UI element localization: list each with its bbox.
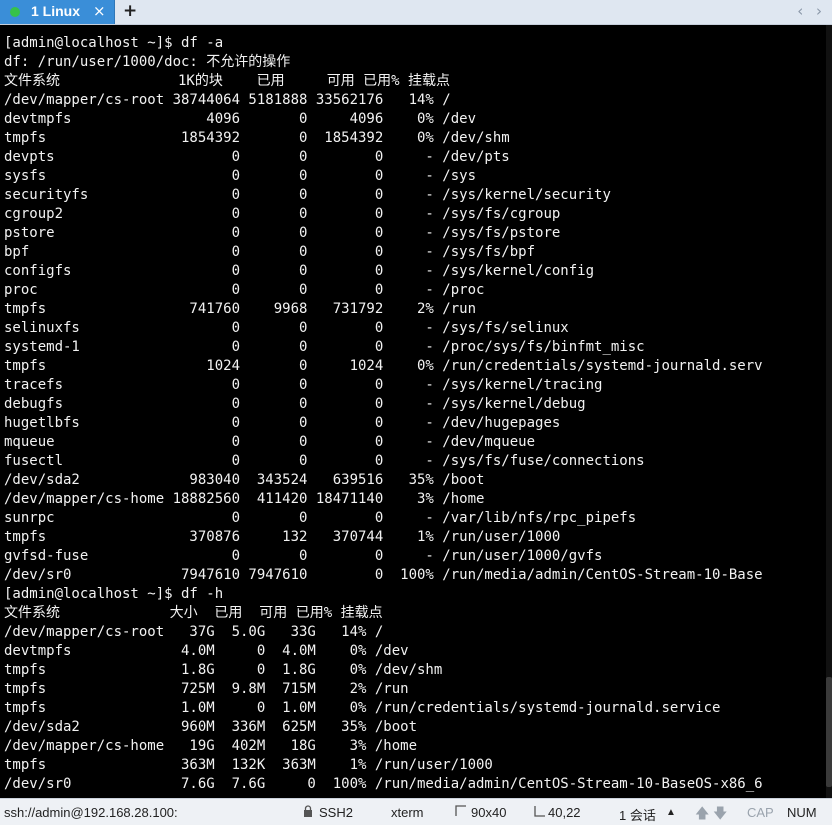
cursor-position-icon	[534, 805, 546, 820]
tab-bar: 1 Linux × + ‹ ›	[0, 0, 832, 25]
terminal-line: tmpfs 363M 132K 363M 1% /run/user/1000	[4, 757, 493, 773]
up-arrow-icon[interactable]: 🡅	[695, 803, 709, 827]
terminal-line: devtmpfs 4096 0 4096 0% /dev	[4, 111, 477, 127]
terminal-screen[interactable]: [admin@localhost ~]$ df -a df: /run/user/…	[0, 25, 832, 798]
terminal-line: sysfs 0 0 0 - /sys	[4, 168, 477, 184]
terminal-line: bpf 0 0 0 - /sys/fs/bpf	[4, 244, 536, 260]
terminal-line: selinuxfs 0 0 0 - /sys/fs/selinux	[4, 320, 569, 336]
terminal-line: /dev/sr0 7.6G 7.6G 0 100% /run/media/adm…	[4, 776, 763, 792]
terminal-line: tmpfs 1854392 0 1854392 0% /dev/shm	[4, 130, 510, 146]
tab-next-icon[interactable]: ›	[816, 2, 826, 20]
terminal-line: configfs 0 0 0 - /sys/kernel/config	[4, 263, 595, 279]
terminal-line: tracefs 0 0 0 - /sys/kernel/tracing	[4, 377, 603, 393]
terminal-line: tmpfs 1.8G 0 1.8G 0% /dev/shm	[4, 662, 443, 678]
status-bar: ssh://admin@192.168.28.100: SSH2 xterm 9…	[0, 798, 832, 825]
terminal-line: sunrpc 0 0 0 - /var/lib/nfs/rpc_pipefs	[4, 510, 637, 526]
terminal-line: devpts 0 0 0 - /dev/pts	[4, 149, 510, 165]
terminal-line: /dev/sda2 960M 336M 625M 35% /boot	[4, 719, 418, 735]
terminal-line: securityfs 0 0 0 - /sys/kernel/security	[4, 187, 611, 203]
resize-icon	[455, 805, 467, 820]
terminal-line: fusectl 0 0 0 - /sys/fs/fuse/connections	[4, 453, 645, 469]
terminal-line: /dev/mapper/cs-home 18882560 411420 1847…	[4, 491, 485, 507]
new-tab-button[interactable]: +	[123, 1, 137, 21]
terminal-line: gvfsd-fuse 0 0 0 - /run/user/1000/gvfs	[4, 548, 603, 564]
lock-icon	[303, 805, 313, 820]
terminal-line: tmpfs 1024 0 1024 0% /run/credentials/sy…	[4, 358, 763, 374]
terminal-line: /dev/mapper/cs-home 19G 402M 18G 3% /hom…	[4, 738, 418, 754]
session-count[interactable]: 1 会话	[619, 805, 656, 824]
terminal-type-label: xterm	[391, 805, 424, 820]
terminal-line: tmpfs 725M 9.8M 715M 2% /run	[4, 681, 409, 697]
session-dropdown-icon[interactable]: ▲	[666, 807, 676, 818]
terminal-line: 文件系统 1K的块 已用 可用 已用% 挂载点	[4, 73, 451, 89]
num-lock-indicator: NUM	[787, 805, 817, 820]
tab-title: 1 Linux	[31, 3, 81, 19]
terminal-line: hugetlbfs 0 0 0 - /dev/hugepages	[4, 415, 561, 431]
terminal-line: tmpfs 370876 132 370744 1% /run/user/100…	[4, 529, 561, 545]
terminal-line: systemd-1 0 0 0 - /proc/sys/fs/binfmt_mi…	[4, 339, 645, 355]
terminal-line: /dev/mapper/cs-root 37G 5.0G 33G 14% /	[4, 624, 384, 640]
terminal-line: 文件系统 大小 已用 可用 已用% 挂载点	[4, 605, 383, 621]
terminal-line: debugfs 0 0 0 - /sys/kernel/debug	[4, 396, 586, 412]
down-arrow-icon[interactable]: 🡇	[713, 803, 727, 827]
protocol-label: SSH2	[319, 805, 353, 820]
terminal-line: pstore 0 0 0 - /sys/fs/pstore	[4, 225, 561, 241]
caps-lock-indicator: CAP	[747, 805, 774, 820]
terminal-line: devtmpfs 4.0M 0 4.0M 0% /dev	[4, 643, 409, 659]
terminal-line: [admin@localhost ~]$ df -h	[4, 586, 224, 602]
terminal-line: tmpfs 741760 9968 731792 2% /run	[4, 301, 477, 317]
terminal-line: df: /run/user/1000/doc: 不允许的操作	[4, 54, 291, 70]
connected-status-icon	[10, 7, 20, 17]
terminal-scrollbar[interactable]	[826, 25, 832, 798]
terminal-line: mqueue 0 0 0 - /dev/mqueue	[4, 434, 536, 450]
terminal-line: cgroup2 0 0 0 - /sys/fs/cgroup	[4, 206, 561, 222]
terminal-line: tmpfs 1.0M 0 1.0M 0% /run/credentials/sy…	[4, 700, 721, 716]
terminal-line: /dev/sr0 7947610 7947610 0 100% /run/med…	[4, 567, 763, 583]
terminal-output: [admin@localhost ~]$ df -a df: /run/user/…	[4, 34, 763, 794]
terminal-size-label: 90x40	[471, 805, 507, 820]
scrollbar-thumb[interactable]	[826, 677, 832, 787]
cursor-position-label: 40,22	[548, 805, 581, 820]
terminal-line: /dev/mapper/cs-root 38744064 5181888 335…	[4, 92, 451, 108]
tab-prev-icon[interactable]: ‹	[797, 2, 807, 20]
tab-linux[interactable]: 1 Linux ×	[0, 0, 115, 24]
connection-address: ssh://admin@192.168.28.100:	[4, 805, 178, 820]
tab-navigation: ‹ ›	[797, 2, 826, 20]
terminal-line: [admin@localhost ~]$ df -a	[4, 35, 224, 51]
tab-close-button[interactable]: ×	[93, 2, 106, 20]
terminal-line: proc 0 0 0 - /proc	[4, 282, 485, 298]
terminal-line: /dev/sda2 983040 343524 639516 35% /boot	[4, 472, 485, 488]
